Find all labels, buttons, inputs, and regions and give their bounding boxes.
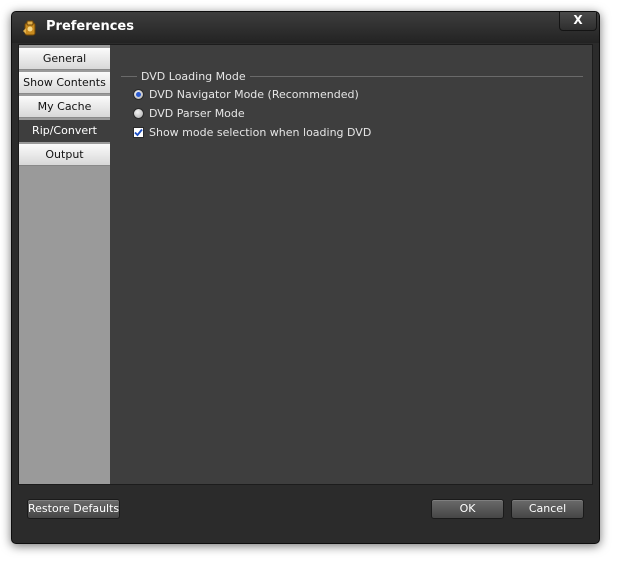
dvd-parser-mode-radio[interactable]: DVD Parser Mode (133, 105, 245, 121)
sidebar-item-output[interactable]: Output (19, 144, 110, 166)
section-title: DVD Loading Mode (137, 70, 250, 83)
sidebar: General Show Contents My Cache Rip/Conve… (19, 45, 110, 484)
ok-button[interactable]: OK (431, 499, 504, 519)
dvd-app-icon (21, 19, 39, 37)
option-label: DVD Parser Mode (149, 106, 245, 120)
show-mode-selection-checkbox[interactable]: Show mode selection when loading DVD (133, 124, 371, 140)
radio-button-checked[interactable] (133, 88, 144, 100)
option-label: Show mode selection when loading DVD (149, 125, 372, 139)
window-title: Preferences (46, 19, 134, 34)
close-button[interactable]: X (559, 12, 597, 31)
checkbox-checked[interactable] (133, 126, 144, 138)
sidebar-item-show-contents[interactable]: Show Contents (19, 72, 110, 94)
cancel-button[interactable]: Cancel (511, 499, 584, 519)
preferences-window: Preferences X General Show Contents My C… (11, 11, 600, 544)
radio-button[interactable] (133, 107, 144, 119)
dvd-navigator-mode-radio[interactable]: DVD Navigator Mode (Recommended) (133, 86, 359, 102)
checkmark-icon (134, 128, 143, 136)
sidebar-item-rip-convert[interactable]: Rip/Convert (19, 120, 110, 142)
preferences-content: General Show Contents My Cache Rip/Conve… (18, 44, 593, 485)
restore-defaults-button[interactable]: Restore Defaults (27, 499, 120, 519)
title-bar[interactable]: Preferences X (12, 12, 599, 43)
close-icon: X (573, 13, 583, 27)
option-label: DVD Navigator Mode (Recommended) (149, 87, 359, 101)
sidebar-item-my-cache[interactable]: My Cache (19, 96, 110, 118)
sidebar-item-general[interactable]: General (19, 48, 110, 70)
